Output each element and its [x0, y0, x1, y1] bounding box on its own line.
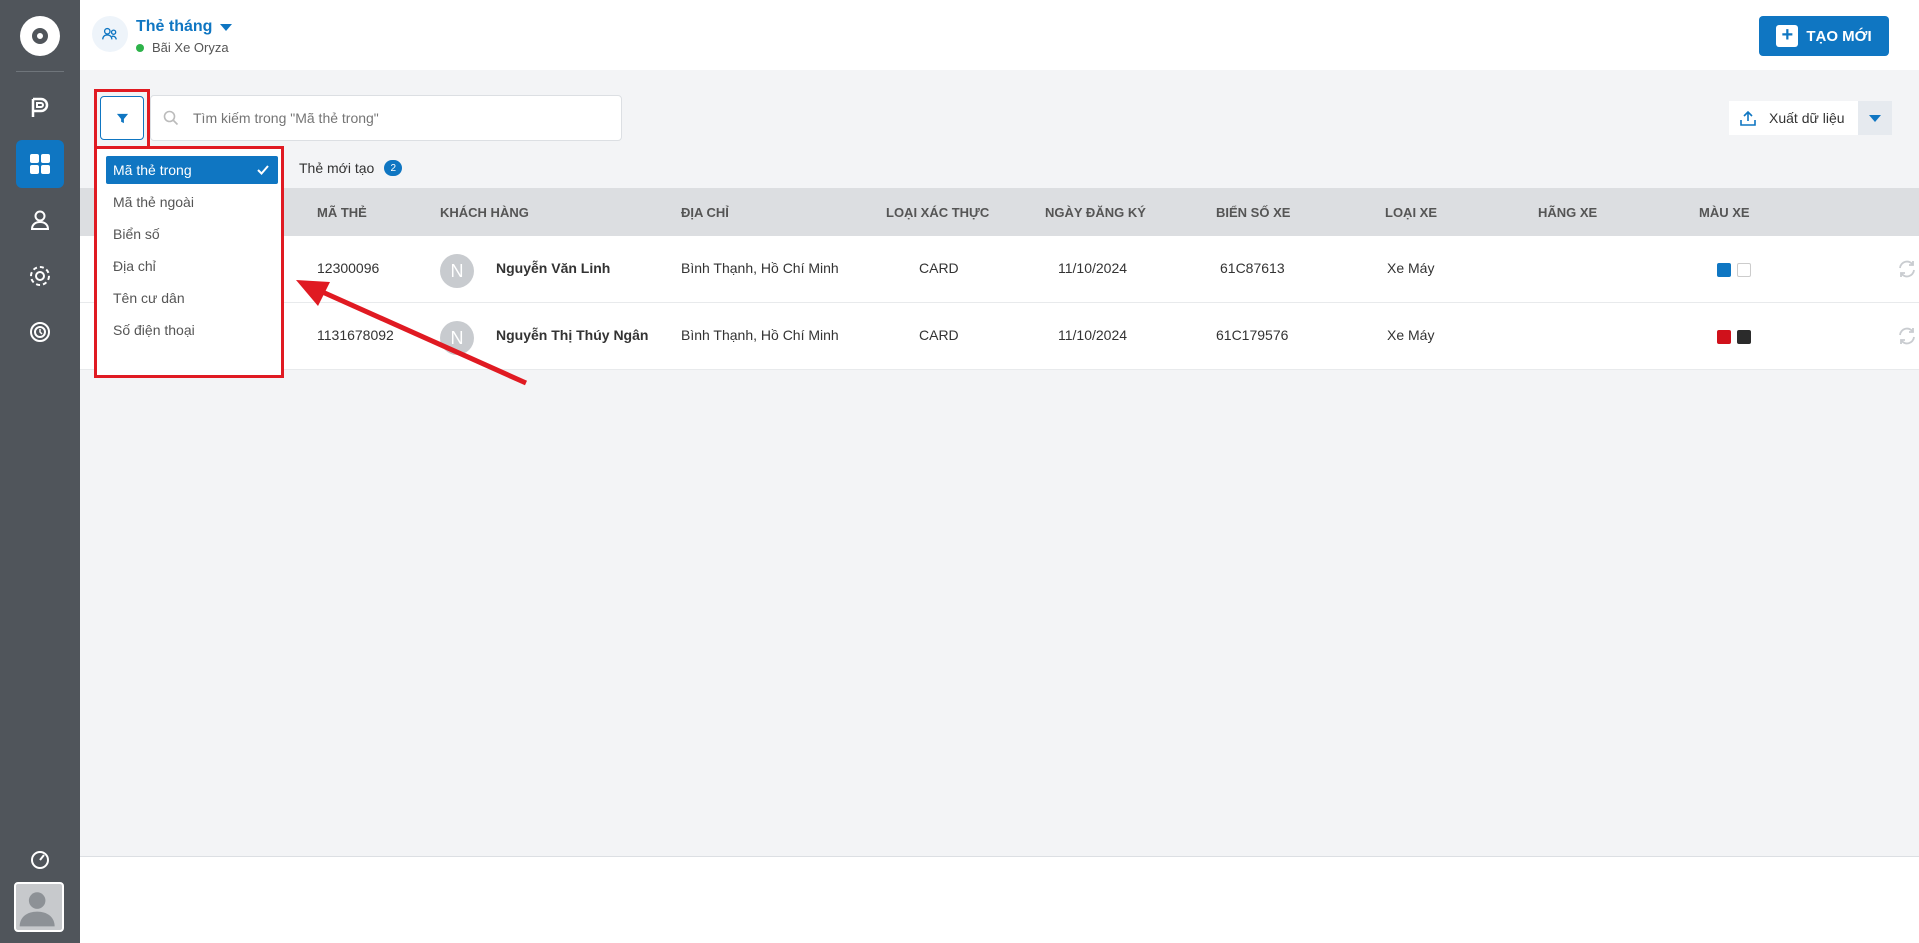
color-swatch	[1717, 330, 1731, 344]
export-label: Xuất dữ liệu	[1769, 110, 1845, 126]
parking-lot-label: Bãi Xe Oryza	[136, 40, 229, 55]
column-header[interactable]: MÀU XE	[1699, 205, 1750, 220]
create-new-label: TẠO MỚI	[1806, 27, 1872, 45]
search-input[interactable]	[193, 110, 593, 126]
check-icon	[257, 165, 269, 175]
plate-number: 61C87613	[1220, 260, 1285, 276]
register-date: 11/10/2024	[1058, 327, 1128, 343]
column-header[interactable]: ĐỊA CHỈ	[681, 205, 729, 220]
logo-icon[interactable]	[20, 16, 60, 56]
parking-icon[interactable]	[16, 84, 64, 132]
tab-new-cards-label: Thẻ mới tạo	[299, 160, 375, 176]
tab-new-cards[interactable]: Thẻ mới tạo 2	[299, 160, 403, 176]
export-dropdown-button[interactable]	[1858, 101, 1892, 135]
color-swatch	[1737, 330, 1751, 344]
filter-highlight	[94, 89, 150, 149]
filter-icon	[116, 113, 128, 123]
customer-name[interactable]: Nguyễn Văn Linh	[496, 260, 610, 276]
status-dot	[136, 43, 144, 52]
plate-number: 61C179576	[1216, 327, 1289, 343]
avatar[interactable]	[14, 882, 64, 932]
annotation-arrow	[296, 280, 528, 386]
settings-icon[interactable]	[16, 252, 64, 300]
table-row[interactable]: 1131678092 N Nguyễn Thị Thúy Ngân Bình T…	[80, 303, 1919, 370]
vehicle-type: Xe Máy	[1387, 260, 1435, 276]
filter-option-resident-name[interactable]: Tên cư dân	[106, 284, 278, 312]
filter-button[interactable]	[100, 96, 144, 140]
column-header[interactable]: MÃ THẺ	[317, 205, 367, 220]
page-header: Thẻ tháng Bãi Xe Oryza + TẠO MỚI	[80, 0, 1919, 70]
card-id: 1131678092	[317, 327, 394, 343]
column-header[interactable]: HÃNG XE	[1538, 205, 1597, 220]
column-header[interactable]: LOẠI XE	[1385, 205, 1437, 220]
plus-icon: +	[1776, 25, 1799, 47]
register-date: 11/10/2024	[1058, 260, 1128, 276]
chevron-down-icon	[1869, 114, 1881, 122]
speed-icon[interactable]	[16, 836, 64, 884]
dashboard-icon[interactable]	[16, 140, 64, 188]
search-icon	[163, 110, 179, 126]
color-swatch	[1737, 263, 1751, 277]
color-swatch	[1717, 263, 1731, 277]
sync-icon[interactable]	[1896, 325, 1918, 347]
sync-icon[interactable]	[1896, 258, 1918, 280]
filter-dropdown: Mã thẻ trong Mã thẻ ngoài Biển số Địa ch…	[94, 146, 284, 378]
user-icon[interactable]	[16, 196, 64, 244]
sidebar	[0, 0, 80, 943]
parking-lot-name: Bãi Xe Oryza	[152, 40, 229, 55]
card-id: 12300096	[317, 260, 380, 276]
history-icon[interactable]	[16, 308, 64, 356]
column-header[interactable]: NGÀY ĐĂNG KÝ	[1045, 205, 1146, 220]
table-header: MÃ THẺ KHÁCH HÀNG ĐỊA CHỈ LOẠI XÁC THỰC …	[80, 188, 1919, 236]
sidebar-divider	[16, 71, 64, 72]
page-title[interactable]: Thẻ tháng	[136, 18, 212, 36]
search-box[interactable]	[150, 95, 622, 141]
filter-option-outer-card[interactable]: Mã thẻ ngoài	[106, 188, 278, 216]
table-row[interactable]: 12300096 N Nguyễn Văn Linh Bình Thạnh, H…	[80, 236, 1919, 303]
address: Bình Thạnh, Hồ Chí Minh	[681, 327, 839, 343]
filter-option-phone[interactable]: Số điện thoại	[106, 316, 278, 344]
count-badge: 2	[384, 160, 403, 176]
column-header[interactable]: BIỂN SỐ XE	[1216, 205, 1290, 220]
customer-name[interactable]: Nguyễn Thị Thúy Ngân	[496, 327, 648, 343]
auth-type: CARD	[919, 260, 959, 276]
chevron-down-icon[interactable]	[220, 24, 232, 31]
filter-option-address[interactable]: Địa chỉ	[106, 252, 278, 280]
vehicle-type: Xe Máy	[1387, 327, 1435, 343]
filter-option-inner-card[interactable]: Mã thẻ trong	[106, 156, 278, 184]
customer-avatar: N	[440, 254, 474, 288]
customer-avatar: N	[440, 321, 474, 355]
users-icon	[92, 16, 128, 52]
filter-option-plate[interactable]: Biển số	[106, 220, 278, 248]
address: Bình Thạnh, Hồ Chí Minh	[681, 260, 839, 276]
filter-option-label: Mã thẻ trong	[113, 162, 192, 178]
footer	[80, 857, 1919, 943]
auth-type: CARD	[919, 327, 959, 343]
create-new-button[interactable]: + TẠO MỚI	[1759, 16, 1889, 56]
column-header[interactable]: KHÁCH HÀNG	[440, 205, 529, 220]
export-button[interactable]: Xuất dữ liệu	[1729, 101, 1861, 135]
upload-icon	[1740, 110, 1756, 126]
column-header[interactable]: LOẠI XÁC THỰC	[886, 205, 989, 220]
